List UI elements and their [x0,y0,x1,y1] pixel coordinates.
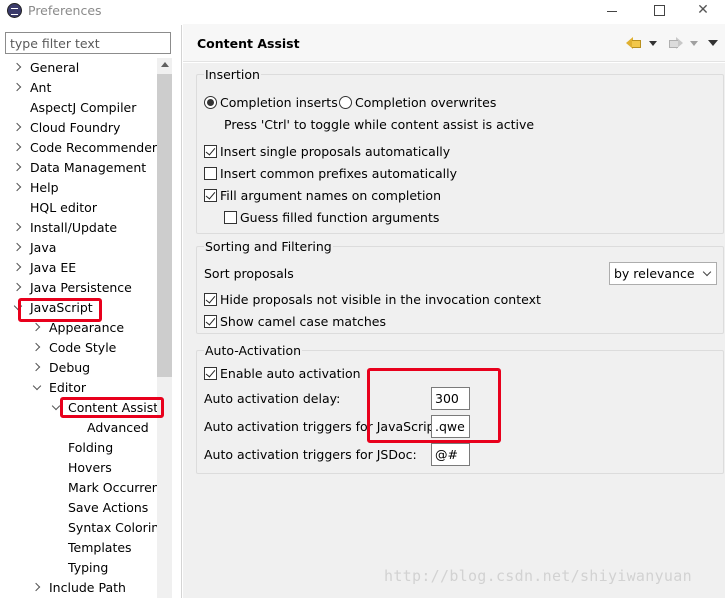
sort-proposals-value: by relevance [614,266,695,281]
expand-icon[interactable] [13,223,23,233]
tree-item-java[interactable]: Java [0,238,157,258]
expand-icon[interactable] [32,583,42,593]
tree-item-syntax-coloring[interactable]: Syntax Coloring [0,518,157,538]
auto-activation-delay-label: Auto activation delay: [204,391,341,406]
filter-input[interactable] [5,32,171,54]
tree-item-advanced[interactable]: Advanced [0,418,157,438]
sort-proposals-select[interactable]: by relevance [609,262,717,285]
tree-item-editor[interactable]: Editor [0,378,157,398]
completion-inserts-radio[interactable] [204,96,217,109]
forward-arrow-icon[interactable] [667,37,683,49]
camel-case-checkbox[interactable] [204,315,217,328]
tree-item-java-ee[interactable]: Java EE [0,258,157,278]
expand-icon[interactable] [13,83,23,93]
completion-inserts-label: Completion inserts [220,95,338,110]
tree-item-code-style[interactable]: Code Style [0,338,157,358]
insertion-group-title: Insertion [204,67,261,83]
collapse-icon[interactable] [32,383,42,393]
triggers-jsdoc-field[interactable]: @# [431,443,470,466]
tree-item-code-recommenders[interactable]: Code Recommenders [0,138,157,158]
enable-auto-activation-label: Enable auto activation [220,366,361,381]
guess-arguments-label: Guess filled function arguments [240,210,440,225]
maximize-button[interactable] [636,0,682,22]
insert-single-proposals-label: Insert single proposals automatically [220,144,451,159]
sorting-group-title: Sorting and Filtering [204,239,333,255]
tree-item-typing[interactable]: Typing [0,558,157,578]
eclipse-app-icon [7,3,22,18]
triggers-jsdoc-label: Auto activation triggers for JSDoc: [204,447,417,462]
insert-single-proposals-checkbox[interactable] [204,145,217,158]
back-arrow-icon[interactable] [626,37,642,49]
annotation-box-javascript [18,298,102,322]
expand-icon[interactable] [13,123,23,133]
tree-item-include-path[interactable]: Include Path [0,578,157,598]
scroll-up-arrow-icon[interactable] [161,62,169,67]
tree-item-hql-editor[interactable]: HQL editor [0,198,157,218]
tree-item-java-persistence[interactable]: Java Persistence [0,278,157,298]
tree-item-aspectj-compiler[interactable]: AspectJ Compiler [0,98,157,118]
guess-arguments-checkbox[interactable] [224,211,237,224]
hide-not-visible-label: Hide proposals not visible in the invoca… [220,292,541,307]
expand-icon[interactable] [13,243,23,253]
enable-auto-activation-checkbox[interactable] [204,367,217,380]
expand-icon[interactable] [13,283,23,293]
hide-not-visible-checkbox[interactable] [204,293,217,306]
sort-proposals-label: Sort proposals [204,266,294,281]
expand-icon[interactable] [13,183,23,193]
watermark-text: http://blog.csdn.net/shiyiwanyuan [384,567,692,585]
title-bar: Preferences ✕ [0,0,725,22]
tree-scrollbar-thumb[interactable] [157,74,172,377]
window-title: Preferences [28,3,102,18]
toggle-hint-text: Press 'Ctrl' to toggle while content ass… [224,117,535,132]
auto-activation-group-title: Auto-Activation [204,343,303,359]
expand-icon[interactable] [32,343,42,353]
page-title: Content Assist [197,36,300,51]
tree-item-help[interactable]: Help [0,178,157,198]
tree-item-data-management[interactable]: Data Management [0,158,157,178]
expand-icon[interactable] [13,163,23,173]
preferences-tree: General Ant AspectJ Compiler Cloud Found… [0,58,157,598]
tree-item-install-update[interactable]: Install/Update [0,218,157,238]
completion-overwrites-radio[interactable] [339,96,352,109]
expand-icon[interactable] [13,143,23,153]
tree-item-mark-occurrences[interactable]: Mark Occurren [0,478,157,498]
expand-icon[interactable] [32,323,42,333]
fill-argument-names-label: Fill argument names on completion [220,188,441,203]
fill-argument-names-checkbox[interactable] [204,189,217,202]
tree-item-ant[interactable]: Ant [0,78,157,98]
expand-icon[interactable] [13,63,23,73]
completion-overwrites-label: Completion overwrites [355,95,497,110]
expand-icon[interactable] [32,363,42,373]
view-menu-icon[interactable] [708,40,718,46]
insert-common-prefixes-label: Insert common prefixes automatically [220,166,458,181]
tree-item-templates[interactable]: Templates [0,538,157,558]
pane-sash[interactable] [181,25,182,598]
tree-item-save-actions[interactable]: Save Actions [0,498,157,518]
forward-history-dropdown-icon[interactable] [690,41,698,46]
tree-item-cloud-foundry[interactable]: Cloud Foundry [0,118,157,138]
insert-common-prefixes-checkbox[interactable] [204,167,217,180]
tree-item-folding[interactable]: Folding [0,438,157,458]
tree-item-general[interactable]: General [0,58,157,78]
camel-case-label: Show camel case matches [220,314,386,329]
chevron-down-icon [702,267,712,277]
tree-item-hovers[interactable]: Hovers [0,458,157,478]
annotation-box-activation-fields [367,368,501,443]
minimize-button[interactable] [589,0,635,22]
tree-item-debug[interactable]: Debug [0,358,157,378]
back-history-dropdown-icon[interactable] [649,41,657,46]
close-button[interactable]: ✕ [680,0,725,22]
annotation-box-content-assist [60,397,164,418]
expand-icon[interactable] [13,263,23,273]
